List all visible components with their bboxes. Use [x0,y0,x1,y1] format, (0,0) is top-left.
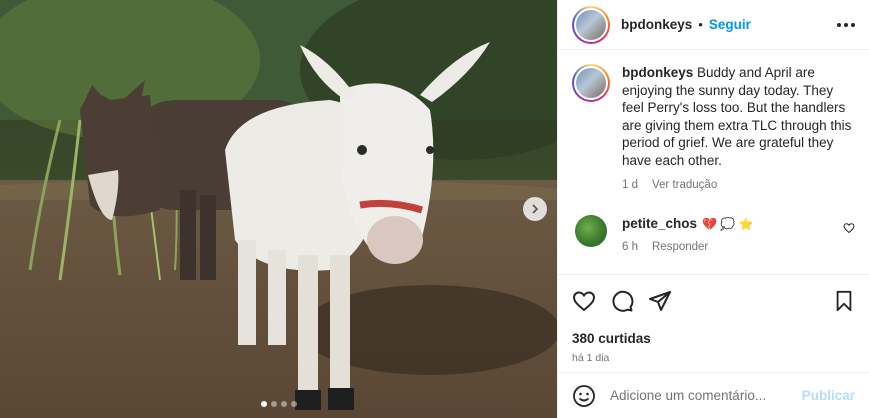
publish-button[interactable]: Publicar [802,388,855,403]
caption-text: bpdonkeys Buddy and April are enjoying t… [622,64,855,169]
comment-input[interactable] [610,388,802,403]
more-options-button[interactable] [837,17,855,33]
save-button[interactable] [833,290,855,312]
comment-button[interactable] [610,289,634,313]
caption-avatar[interactable] [572,64,610,102]
send-icon [649,291,671,311]
follow-button[interactable]: Seguir [709,17,751,32]
caption-body: Buddy and April are enjoying the sunny d… [622,65,852,168]
donkeys-photo [0,0,557,418]
comment-emojis: 💔 💭 ⭐ [702,217,754,231]
bookmark-icon [836,290,852,312]
comment-row: petite_chos 💔 💭 ⭐ 6 h Responder [572,215,855,253]
instagram-post: bpdonkeys • Seguir bpdonkeys Buddy and A… [0,0,869,418]
comment-username[interactable]: petite_chos [622,215,697,233]
actions-bar: 380 curtidas há 1 dia [558,274,869,364]
emoji-button[interactable] [572,384,596,408]
caption-row: bpdonkeys Buddy and April are enjoying t… [572,64,855,191]
chevron-right-icon [532,204,539,214]
post-media[interactable] [0,0,557,418]
see-translation-link[interactable]: Ver tradução [652,179,717,191]
likes-count[interactable]: 380 curtidas [572,331,855,346]
carousel-dot [260,401,267,407]
more-icon [837,22,841,27]
post-header: bpdonkeys • Seguir [558,0,869,50]
next-slide-button[interactable] [523,197,547,221]
caption-time[interactable]: 1 d [622,179,638,191]
add-comment-bar: Publicar [558,372,869,418]
carousel-dot [290,401,297,407]
smiley-icon [573,384,595,407]
caption-username[interactable]: bpdonkeys [622,65,693,80]
post-date[interactable]: há 1 dia [572,352,855,364]
comment-time[interactable]: 6 h [622,241,638,253]
comments-section: bpdonkeys Buddy and April are enjoying t… [558,50,869,272]
header-username[interactable]: bpdonkeys [621,17,692,32]
comment-avatar[interactable] [575,215,607,247]
comment-icon [612,290,634,312]
comment-like-button[interactable] [843,221,855,237]
carousel-indicator [0,401,557,407]
reply-button[interactable]: Responder [652,241,708,253]
heart-icon [843,223,855,234]
heart-icon [572,291,596,312]
separator-dot: • [698,17,703,32]
avatar[interactable] [572,5,610,44]
carousel-dot [280,401,287,407]
carousel-dot [270,401,277,407]
post-side-panel: bpdonkeys • Seguir bpdonkeys Buddy and A… [557,0,869,418]
share-button[interactable] [648,289,672,313]
like-button[interactable] [572,289,596,313]
